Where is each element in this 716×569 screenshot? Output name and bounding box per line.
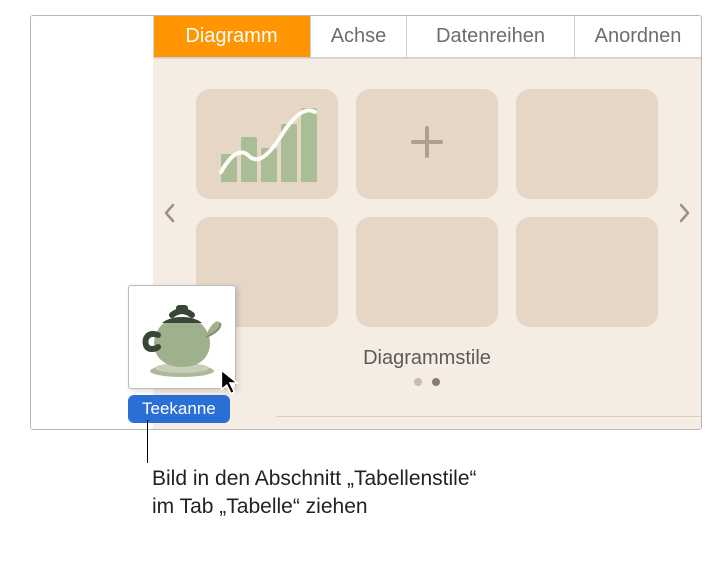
style-tile-empty[interactable] [356,217,498,327]
divider [276,416,701,417]
styles-grid [187,89,667,327]
callout-text: Bild in den Abschnitt „Tabellenstile“ im… [152,432,612,522]
tab-label: Datenreihen [436,25,545,48]
tab-anordnen[interactable]: Anordnen [575,16,701,57]
cursor-icon [218,368,242,396]
callout: Bild in den Abschnitt „Tabellenstile“ im… [152,432,612,522]
style-tile-chart[interactable] [196,89,338,199]
tab-label: Diagramm [185,25,277,48]
callout-leader-line [147,420,148,463]
tab-achse[interactable]: Achse [311,16,407,57]
chart-thumb-icon [217,106,317,182]
page-dot-active[interactable] [432,378,440,386]
dragged-item[interactable]: Teekanne [128,285,236,423]
tab-label: Achse [331,25,387,48]
teapot-icon [136,293,228,381]
page-dots [187,378,667,386]
tabbar: Diagramm Achse Datenreihen Anordnen [153,16,701,58]
style-tile-empty[interactable] [516,89,658,199]
tab-label: Anordnen [595,25,682,48]
tab-diagramm[interactable]: Diagramm [153,16,311,57]
dragged-label: Teekanne [128,395,230,423]
callout-line2: im Tab „Tabelle“ ziehen [152,495,368,518]
section-title: Diagrammstile [187,347,667,370]
callout-line1: Bild in den Abschnitt „Tabellenstile“ [152,467,477,490]
tab-datenreihen[interactable]: Datenreihen [407,16,575,57]
plus-icon [405,120,449,169]
style-tile-empty[interactable] [516,217,658,327]
page-dot[interactable] [414,378,422,386]
add-style-tile[interactable] [356,89,498,199]
